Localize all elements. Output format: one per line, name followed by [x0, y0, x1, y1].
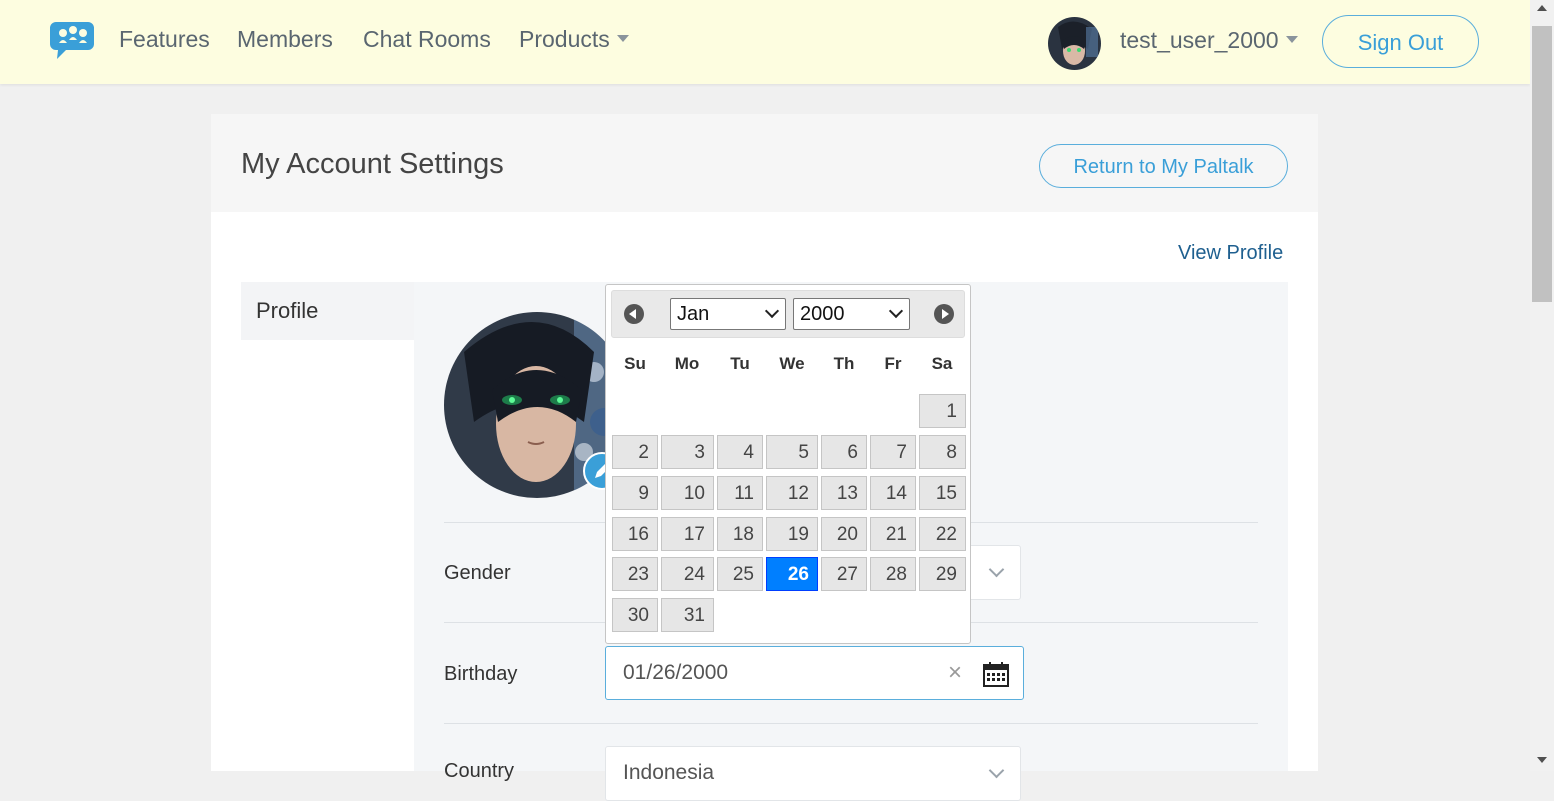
calendar-day-8[interactable]: 8 — [919, 435, 966, 469]
calendar-day-29[interactable]: 29 — [919, 557, 966, 591]
birthday-value: 01/26/2000 — [623, 661, 729, 684]
next-month-icon[interactable] — [934, 304, 954, 324]
paltalk-logo-icon[interactable] — [50, 18, 94, 60]
weekday-sa: Sa — [931, 354, 953, 373]
calendar-icon[interactable] — [983, 661, 1009, 687]
calendar-day-26[interactable]: 26 — [766, 557, 818, 591]
calendar-day-16[interactable]: 16 — [612, 517, 658, 551]
weekday-mo: Mo — [674, 354, 700, 373]
calendar-day-28[interactable]: 28 — [870, 557, 916, 591]
nav-features[interactable]: Features — [119, 26, 210, 53]
calendar-day-10[interactable]: 10 — [661, 476, 714, 510]
month-select-value: Jan — [677, 303, 710, 325]
calendar-day-27[interactable]: 27 — [821, 557, 867, 591]
page-scrollbar[interactable] — [1530, 0, 1554, 771]
return-to-paltalk-button[interactable]: Return to My Paltalk — [1039, 144, 1288, 188]
calendar-day-13[interactable]: 13 — [821, 476, 867, 510]
calendar-day-4[interactable]: 4 — [717, 435, 763, 469]
close-icon[interactable]: × — [948, 661, 962, 685]
chevron-down-icon — [988, 561, 1005, 578]
nav-products[interactable]: Products — [519, 26, 629, 53]
calendar-day-3[interactable]: 3 — [661, 435, 714, 469]
calendar-day-11[interactable]: 11 — [717, 476, 763, 510]
sign-out-button[interactable]: Sign Out — [1322, 15, 1479, 68]
calendar-day-1[interactable]: 1 — [919, 394, 966, 428]
view-profile-link[interactable]: View Profile — [1178, 242, 1283, 265]
calendar-day-31[interactable]: 31 — [661, 598, 714, 632]
calendar-day-22[interactable]: 22 — [919, 517, 966, 551]
scroll-down-icon[interactable] — [1537, 757, 1547, 763]
year-select-value: 2000 — [800, 303, 845, 325]
weekday-tu: Tu — [730, 354, 750, 373]
caret-down-icon — [616, 35, 629, 43]
weekday-we: We — [779, 354, 805, 373]
weekday-fr: Fr — [884, 354, 902, 373]
calendar-day-9[interactable]: 9 — [612, 476, 658, 510]
calendar-day-30[interactable]: 30 — [612, 598, 658, 632]
calendar-day-18[interactable]: 18 — [717, 517, 763, 551]
calendar-day-2[interactable]: 2 — [612, 435, 658, 469]
country-label: Country — [444, 760, 515, 782]
calendar-day-19[interactable]: 19 — [766, 517, 818, 551]
caret-down-icon — [1285, 36, 1298, 44]
calendar-day-23[interactable]: 23 — [612, 557, 658, 591]
nav-chat-rooms[interactable]: Chat Rooms — [363, 26, 491, 53]
country-value: Indonesia — [623, 761, 715, 784]
calendar-day-7[interactable]: 7 — [870, 435, 916, 469]
year-select[interactable]: 2000 — [793, 298, 910, 330]
username-label: test_user_2000 — [1120, 27, 1279, 53]
tab-profile-label: Profile — [256, 298, 319, 323]
calendar-day-5[interactable]: 5 — [766, 435, 818, 469]
nav-members[interactable]: Members — [237, 26, 333, 53]
calendar-day-15[interactable]: 15 — [919, 476, 966, 510]
calendar-day-24[interactable]: 24 — [661, 557, 714, 591]
top-navbar: Features Members Chat Rooms Products tes… — [0, 0, 1530, 84]
datepicker-header: Jan 2000 — [611, 290, 965, 338]
user-avatar[interactable] — [1048, 17, 1101, 70]
calendar-day-6[interactable]: 6 — [821, 435, 867, 469]
weekday-su: Su — [624, 354, 646, 373]
calendar-day-14[interactable]: 14 — [870, 476, 916, 510]
calendar-day-25[interactable]: 25 — [717, 557, 763, 591]
username-menu[interactable]: test_user_2000 — [1120, 27, 1298, 54]
weekday-th: Th — [833, 354, 855, 373]
gender-label: Gender — [444, 562, 511, 584]
month-select[interactable]: Jan — [670, 298, 786, 330]
calendar-day-12[interactable]: 12 — [766, 476, 818, 510]
scroll-up-icon[interactable] — [1537, 5, 1547, 11]
scroll-thumb[interactable] — [1532, 26, 1552, 302]
calendar-day-21[interactable]: 21 — [870, 517, 916, 551]
calendar-day-17[interactable]: 17 — [661, 517, 714, 551]
calendar-day-20[interactable]: 20 — [821, 517, 867, 551]
chevron-down-icon — [888, 303, 904, 319]
birthday-input[interactable]: 01/26/2000 × — [605, 646, 1024, 700]
page-title: My Account Settings — [241, 148, 504, 180]
chevron-down-icon — [764, 303, 780, 319]
prev-month-icon[interactable] — [624, 304, 644, 324]
divider — [444, 723, 1258, 724]
country-select[interactable]: Indonesia — [605, 746, 1021, 801]
nav-products-label: Products — [519, 26, 610, 52]
birthday-label: Birthday — [444, 663, 518, 685]
